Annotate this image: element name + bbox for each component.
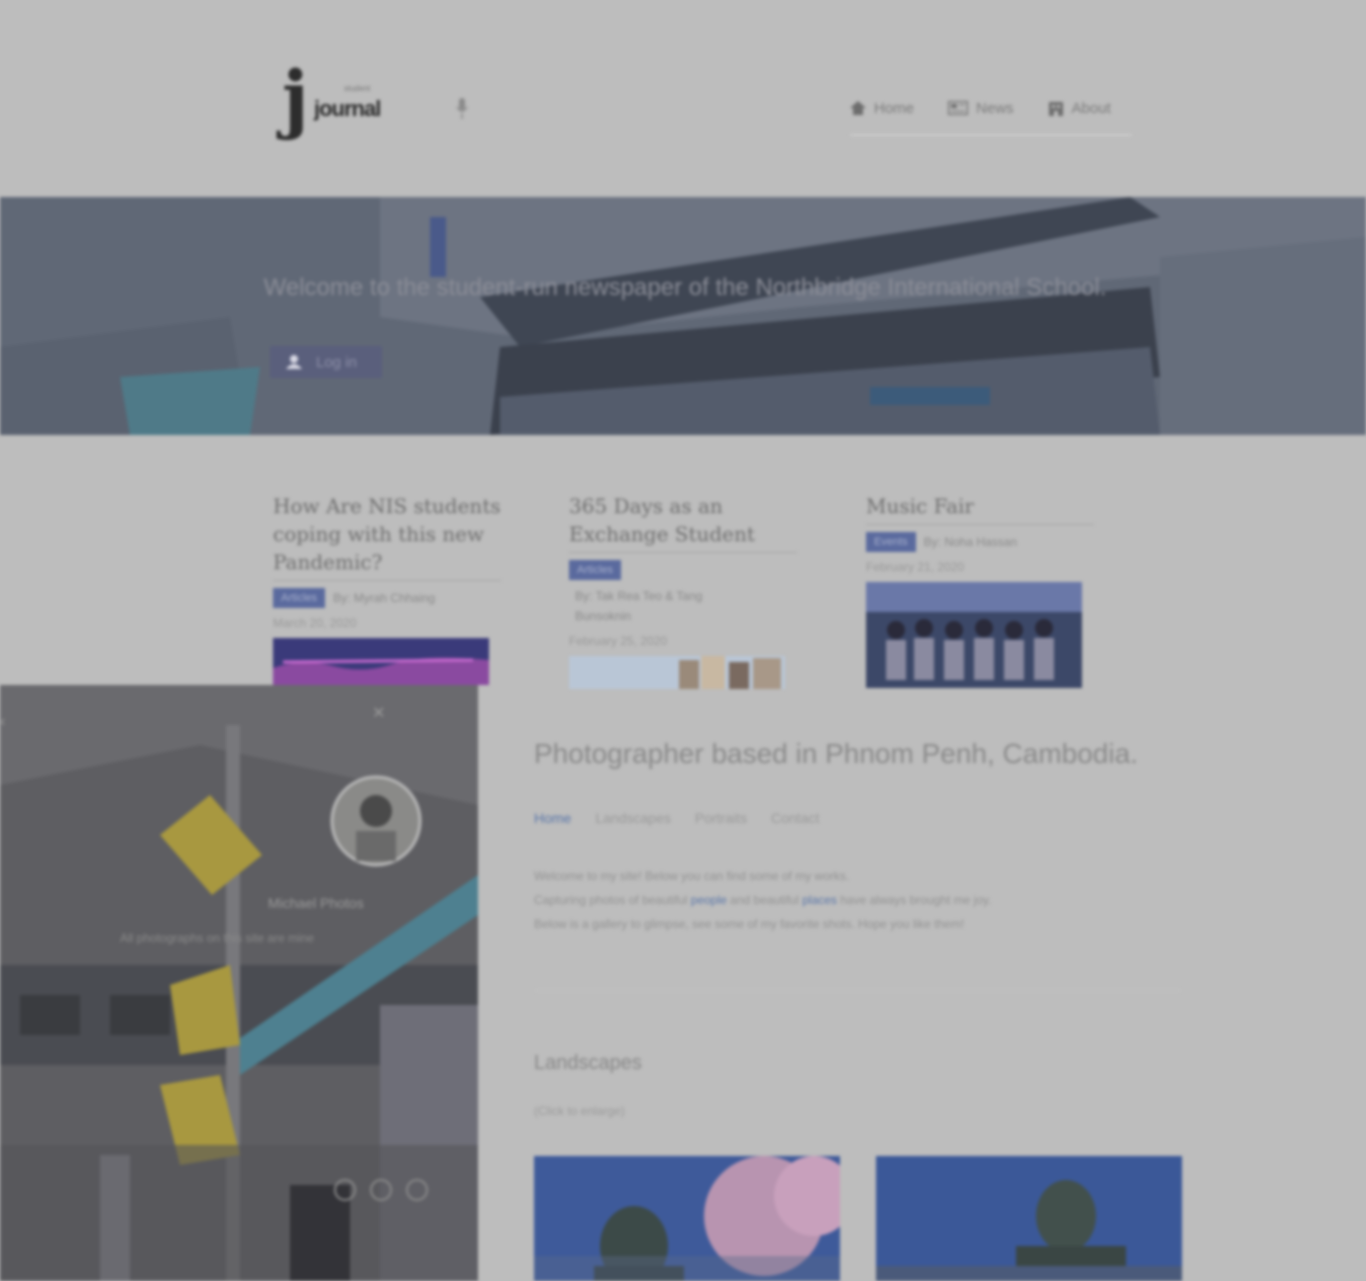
- nav-item-about[interactable]: About: [1048, 94, 1111, 122]
- article-thumbnail[interactable]: [866, 582, 1082, 688]
- article-byline: By: Tak Rea Teo & Tang Bunsoknin: [575, 589, 703, 623]
- chevron-left-icon[interactable]: ‹: [0, 713, 5, 731]
- category-badge[interactable]: Articles: [273, 588, 326, 608]
- article-date: February 25, 2020: [569, 634, 668, 648]
- gallery-photo[interactable]: [876, 1156, 1182, 1281]
- site-logo[interactable]: j student journal: [282, 62, 402, 150]
- nav-label-home: Home: [874, 99, 915, 117]
- panel-name: Michael Photos: [268, 895, 364, 911]
- article-card[interactable]: How Are NIS students coping with this ne…: [273, 492, 501, 685]
- article-meta: Articles By: Myrah Chhaing: [273, 588, 501, 608]
- article-thumbnail[interactable]: [569, 656, 785, 689]
- hero-welcome-text: Welcome to the student-run newspaper of …: [263, 274, 1107, 301]
- intro-line: Capturing photos of beautiful people and…: [534, 888, 1174, 912]
- twitter-icon[interactable]: [334, 1179, 356, 1201]
- hero-banner: Welcome to the student-run newspaper of …: [0, 197, 1366, 435]
- nav-label-news: News: [976, 99, 1014, 117]
- section-subtitle: (Click to enlarge): [534, 1104, 625, 1118]
- user-icon: [286, 355, 302, 369]
- category-badge[interactable]: Events: [866, 532, 916, 552]
- category-badge[interactable]: Articles: [569, 560, 622, 580]
- section-title: Landscapes: [534, 1052, 642, 1074]
- intro-line: Welcome to my site! Below you can find s…: [534, 869, 850, 883]
- intro-line: Below is a gallery to glimpse, see some …: [534, 917, 965, 931]
- article-date: March 20, 2020: [273, 616, 357, 630]
- tab-contact[interactable]: Contact: [771, 810, 819, 826]
- instagram-icon[interactable]: [406, 1179, 428, 1201]
- article-thumbnail[interactable]: [273, 638, 489, 685]
- intro-text: have always brought me joy.: [836, 893, 992, 907]
- panel-subtitle: All photographs on this site are mine: [120, 931, 315, 945]
- login-label: Log in: [316, 353, 357, 371]
- social-icons: [334, 1179, 428, 1201]
- login-button[interactable]: Log in: [270, 346, 382, 378]
- logo-letter: j: [282, 56, 309, 142]
- close-icon[interactable]: ✕: [372, 703, 385, 723]
- portfolio-intro: Welcome to my site! Below you can find s…: [534, 864, 1174, 936]
- facebook-icon[interactable]: [370, 1179, 392, 1201]
- logo-tag: student: [344, 84, 371, 93]
- article-date: February 21, 2020: [866, 560, 965, 574]
- logo-word: journal: [314, 96, 381, 121]
- article-title[interactable]: Music Fair: [866, 492, 1094, 525]
- article-meta: Events By: Noha Hassan: [866, 532, 1094, 552]
- tab-portraits[interactable]: Portraits: [695, 810, 747, 826]
- microphone-icon[interactable]: [454, 96, 470, 122]
- nav-item-home[interactable]: Home: [850, 94, 914, 122]
- portfolio-tagline: Photographer based in Phnom Penh, Cambod…: [534, 738, 1138, 769]
- home-icon: [850, 101, 866, 115]
- tab-home[interactable]: Home: [534, 810, 571, 826]
- article-card[interactable]: Music Fair Events By: Noha Hassan Februa…: [866, 492, 1094, 688]
- intro-text: and beautiful: [726, 893, 803, 907]
- article-meta: Articles By: Tak Rea Teo & Tang Bunsokni…: [569, 560, 797, 626]
- article-byline: By: Myrah Chhaing: [333, 591, 436, 605]
- profile-overlay-panel: Michael Photos All photographs on this s…: [0, 685, 478, 1281]
- portfolio-tabs: Home Landscapes Portraits Contact: [534, 810, 819, 826]
- article-title[interactable]: 365 Days as an Exchange Student: [569, 492, 797, 553]
- tab-landscapes[interactable]: Landscapes: [595, 810, 671, 826]
- article-card[interactable]: 365 Days as an Exchange Student Articles…: [569, 492, 797, 689]
- avatar: [330, 775, 422, 867]
- article-byline: By: Noha Hassan: [923, 535, 1018, 549]
- intro-text: Capturing photos of beautiful: [534, 893, 691, 907]
- gallery-photo[interactable]: [534, 1156, 840, 1281]
- building-icon: [1048, 102, 1063, 116]
- people-link[interactable]: people: [691, 893, 727, 907]
- divider: [534, 990, 1182, 991]
- main-nav: Home News About: [850, 94, 1132, 136]
- nav-label-about: About: [1071, 99, 1111, 117]
- places-link[interactable]: places: [802, 893, 837, 907]
- nav-item-news[interactable]: News: [948, 94, 1014, 122]
- hero-background-image: [0, 197, 1366, 435]
- news-icon: [948, 101, 969, 115]
- article-title[interactable]: How Are NIS students coping with this ne…: [273, 492, 501, 581]
